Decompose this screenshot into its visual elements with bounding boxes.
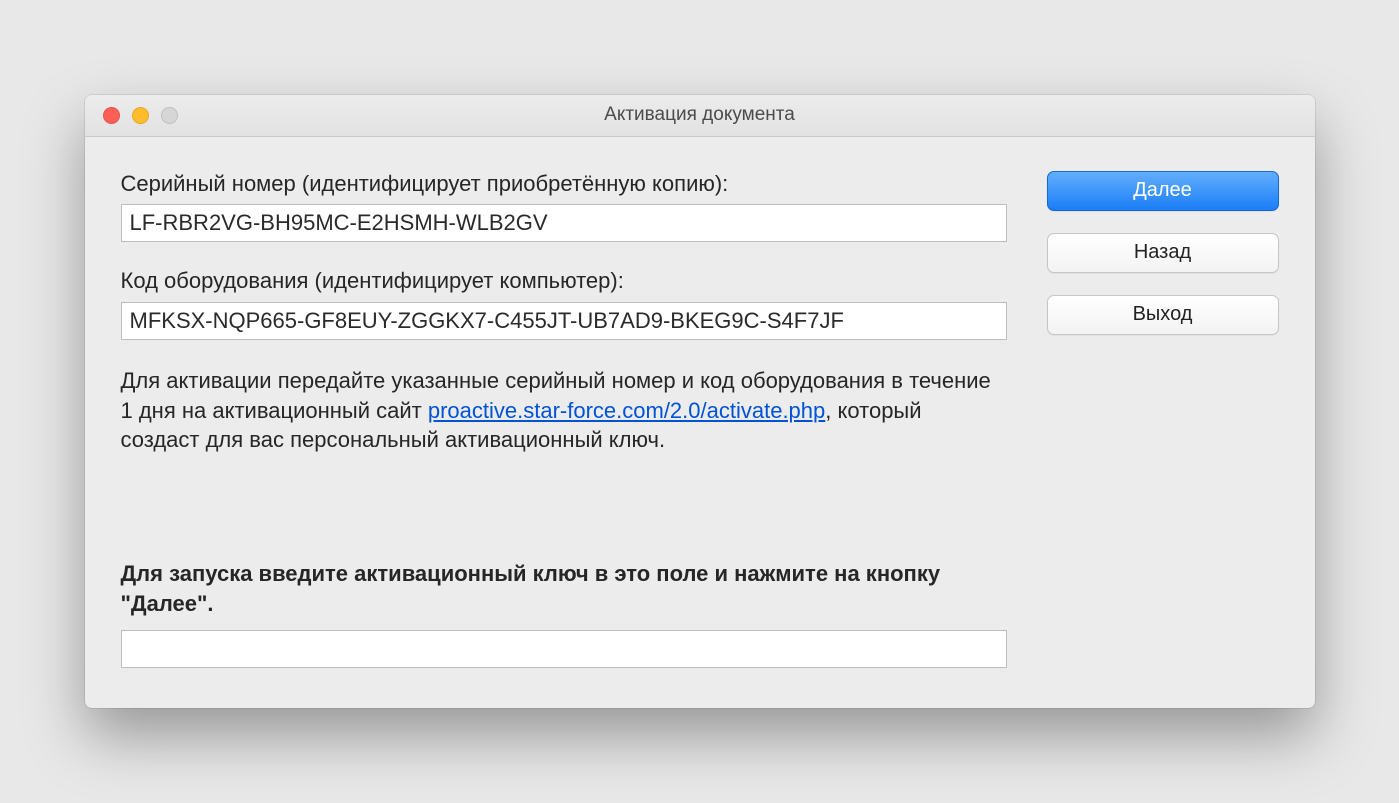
next-button[interactable]: Далее bbox=[1047, 171, 1279, 211]
instructions-text: Для активации передайте указанные серийн… bbox=[121, 366, 1007, 455]
button-column: Далее Назад Выход bbox=[1047, 169, 1279, 669]
form-area: Серийный номер (идентифицирует приобретё… bbox=[121, 169, 1007, 669]
serial-label: Серийный номер (идентифицирует приобретё… bbox=[121, 169, 1007, 199]
maximize-icon bbox=[161, 107, 178, 124]
hardware-input[interactable] bbox=[121, 302, 1007, 340]
activation-link[interactable]: proactive.star-force.com/2.0/activate.ph… bbox=[428, 398, 825, 423]
close-icon[interactable] bbox=[103, 107, 120, 124]
titlebar: Активация документа bbox=[85, 95, 1315, 137]
serial-input[interactable] bbox=[121, 204, 1007, 242]
exit-button[interactable]: Выход bbox=[1047, 295, 1279, 335]
back-button[interactable]: Назад bbox=[1047, 233, 1279, 273]
dialog-body: Серийный номер (идентифицирует приобретё… bbox=[85, 137, 1315, 709]
activation-key-input[interactable] bbox=[121, 630, 1007, 668]
activation-dialog: Активация документа Серийный номер (иден… bbox=[85, 95, 1315, 709]
window-title: Активация документа bbox=[85, 104, 1315, 126]
minimize-icon[interactable] bbox=[132, 107, 149, 124]
activation-prompt: Для запуска введите активационный ключ в… bbox=[121, 559, 1007, 618]
window-controls bbox=[85, 107, 178, 124]
hardware-label: Код оборудования (идентифицирует компьют… bbox=[121, 266, 1007, 296]
